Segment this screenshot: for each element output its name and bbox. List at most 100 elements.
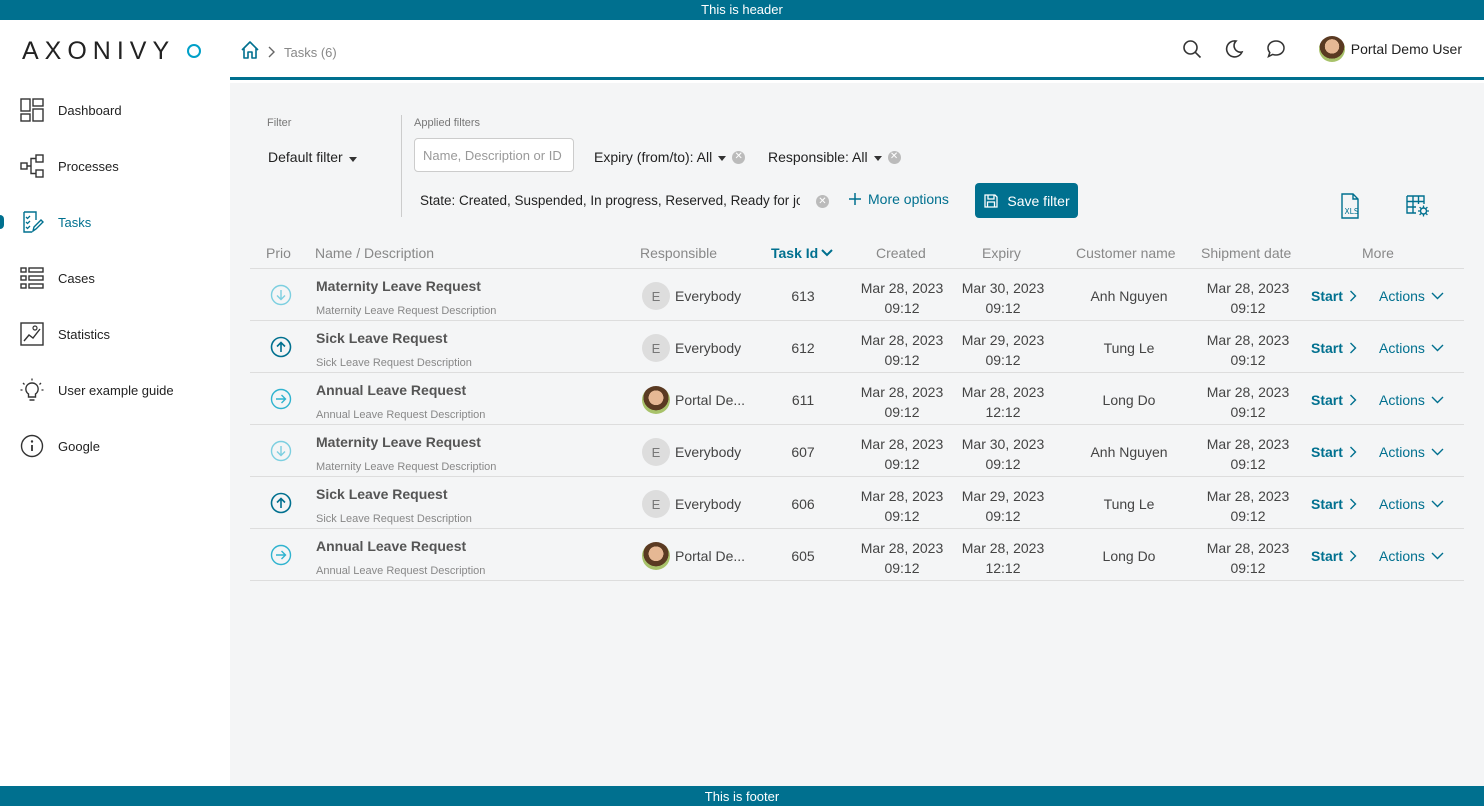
start-task-button[interactable]: Start [1311, 548, 1357, 564]
responsible-cell: E Everybody [642, 490, 741, 518]
table-row[interactable]: Sick Leave Request Sick Leave Request Des… [250, 321, 1464, 373]
expiry-time-value: 09:12 [985, 300, 1021, 316]
column-header-name[interactable]: Name / Description [315, 245, 434, 261]
actions-dropdown[interactable]: Actions [1379, 548, 1444, 564]
actions-dropdown[interactable]: Actions [1379, 288, 1444, 304]
sidebar-item-cases[interactable]: Cases [0, 250, 230, 306]
shipment-date-value: Mar 28, 2023 [1206, 488, 1290, 504]
tasks-icon [20, 210, 44, 234]
shipment-time-value: 09:12 [1230, 456, 1266, 472]
task-name[interactable]: Sick Leave Request [316, 330, 448, 346]
shipment-date: Mar 28, 2023 09:12 [1198, 278, 1298, 318]
responsible-filter-chip[interactable]: Responsible: All ✕ [768, 149, 901, 165]
clear-state-filter-icon[interactable]: ✕ [816, 195, 829, 208]
actions-dropdown[interactable]: Actions [1379, 392, 1444, 408]
start-label: Start [1311, 340, 1343, 356]
breadcrumb-separator-icon [268, 45, 276, 61]
task-name[interactable]: Sick Leave Request [316, 486, 448, 502]
column-header-created[interactable]: Created [876, 245, 926, 261]
expiry-time-value: 12:12 [985, 404, 1021, 420]
start-task-button[interactable]: Start [1311, 496, 1357, 512]
sidebar-item-tasks[interactable]: Tasks [0, 194, 230, 250]
processes-icon [20, 154, 44, 178]
user-menu[interactable]: Portal Demo User [1318, 36, 1462, 62]
expiry-date-value: Mar 30, 2023 [961, 280, 1045, 296]
search-icon[interactable] [1181, 38, 1203, 60]
task-name[interactable]: Annual Leave Request [316, 538, 466, 554]
responsible-cell: E Everybody [642, 334, 741, 362]
shipment-date-value: Mar 28, 2023 [1206, 540, 1290, 556]
axonivy-logo[interactable]: AXONIVY [22, 36, 202, 66]
actions-dropdown[interactable]: Actions [1379, 444, 1444, 460]
sidebar-item-dashboard[interactable]: Dashboard [0, 82, 230, 138]
column-header-shipment-date[interactable]: Shipment date [1201, 245, 1291, 261]
start-label: Start [1311, 548, 1343, 564]
column-header-expiry[interactable]: Expiry [982, 245, 1021, 261]
shipment-time-value: 09:12 [1230, 560, 1266, 576]
customer-name: Long Do [1102, 392, 1156, 408]
home-icon[interactable] [240, 40, 260, 65]
sidebar-item-label: Tasks [58, 214, 92, 230]
task-name[interactable]: Maternity Leave Request [316, 434, 481, 450]
search-input[interactable] [414, 138, 574, 172]
default-filter-dropdown[interactable]: Default filter [268, 149, 357, 165]
column-settings-icon[interactable] [1404, 191, 1432, 221]
column-header-task-id[interactable]: Task Id [771, 245, 833, 261]
actions-dropdown[interactable]: Actions [1379, 340, 1444, 356]
task-name[interactable]: Maternity Leave Request [316, 278, 481, 294]
chevron-down-icon [1431, 292, 1444, 300]
responsible-name: Everybody [675, 496, 742, 512]
created-date-value: Mar 28, 2023 [860, 280, 944, 296]
actions-label: Actions [1379, 548, 1425, 564]
cases-icon [20, 266, 44, 290]
actions-label: Actions [1379, 340, 1425, 356]
shipment-time-value: 09:12 [1230, 404, 1266, 420]
dark-mode-moon-icon[interactable] [1223, 38, 1245, 60]
expiry-filter-chip[interactable]: Expiry (from/to): All ✕ [594, 149, 746, 165]
column-header-responsible[interactable]: Responsible [640, 245, 717, 261]
task-name[interactable]: Annual Leave Request [316, 382, 466, 398]
user-name: Portal Demo User [1350, 41, 1462, 57]
column-header-customer-name[interactable]: Customer name [1076, 245, 1176, 261]
sidebar-item-google[interactable]: Google [0, 418, 230, 474]
expiry-date: Mar 28, 2023 12:12 [953, 538, 1053, 578]
table-row[interactable]: Maternity Leave Request Maternity Leave R… [250, 269, 1464, 321]
sidebar-item-label: Cases [58, 270, 95, 286]
responsible-cell: Portal De... [642, 386, 745, 414]
avatar-initial: E [651, 444, 661, 460]
clear-responsible-filter-icon[interactable]: ✕ [887, 150, 901, 164]
actions-dropdown[interactable]: Actions [1379, 496, 1444, 512]
table-row[interactable]: Annual Leave Request Annual Leave Request… [250, 529, 1464, 581]
task-description: Annual Leave Request Description [316, 565, 486, 577]
page-footer-bar: This is footer [0, 786, 1484, 806]
clear-expiry-filter-icon[interactable]: ✕ [732, 150, 746, 164]
start-task-button[interactable]: Start [1311, 392, 1357, 408]
start-task-button[interactable]: Start [1311, 340, 1357, 356]
priority-normal-icon [270, 388, 292, 410]
sidebar-item-processes[interactable]: Processes [0, 138, 230, 194]
sidebar-item-user-example-guide[interactable]: User example guide [0, 362, 230, 418]
start-label: Start [1311, 288, 1343, 304]
table-row[interactable]: Annual Leave Request Annual Leave Request… [250, 373, 1464, 425]
responsible-avatar [642, 542, 670, 570]
table-row[interactable]: Sick Leave Request Sick Leave Request Des… [250, 477, 1464, 529]
column-header-prio[interactable]: Prio [266, 245, 291, 261]
page-header-bar: This is header [0, 0, 1484, 20]
expiry-date-value: Mar 28, 2023 [961, 540, 1045, 556]
start-task-button[interactable]: Start [1311, 288, 1357, 304]
start-task-button[interactable]: Start [1311, 444, 1357, 460]
sidebar-item-statistics[interactable]: Statistics [0, 306, 230, 362]
state-filter-chip[interactable]: State: Created, Suspended, In progress, … [420, 193, 800, 208]
breadcrumb-current: Tasks (6) [284, 45, 337, 60]
responsible-cell: E Everybody [642, 438, 741, 466]
expiry-time-value: 09:12 [985, 456, 1021, 472]
chat-icon[interactable] [1265, 38, 1287, 60]
export-xls-icon[interactable]: XLS [1336, 191, 1364, 221]
more-options-button[interactable]: More options [848, 191, 949, 207]
save-filter-button[interactable]: Save filter [975, 183, 1078, 218]
expiry-date-value: Mar 30, 2023 [961, 436, 1045, 452]
created-time-value: 09:12 [884, 352, 920, 368]
table-row[interactable]: Maternity Leave Request Maternity Leave R… [250, 425, 1464, 477]
shipment-time-value: 09:12 [1230, 508, 1266, 524]
chevron-right-icon [1349, 498, 1357, 510]
